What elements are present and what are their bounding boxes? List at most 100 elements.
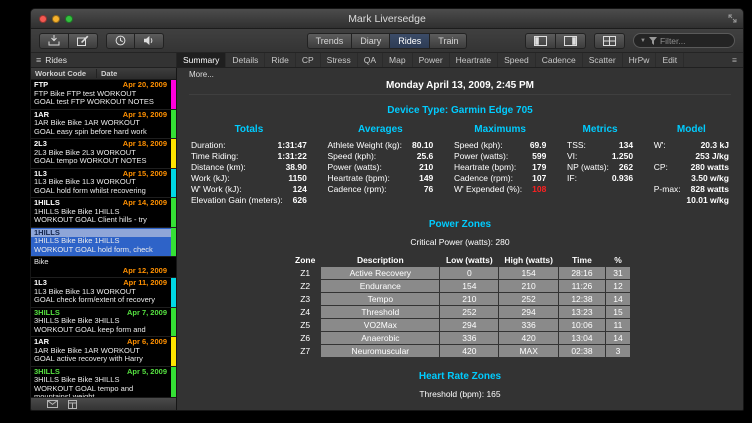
- column-workout-code[interactable]: Workout Code: [31, 69, 97, 78]
- metric-row: Heartrate (bpm):149: [328, 173, 434, 184]
- tabstrip-menu-icon[interactable]: ≡: [726, 53, 743, 67]
- zones-header-cell: Low (watts): [440, 254, 498, 266]
- metric-label: W' Work (kJ):: [191, 184, 242, 195]
- zones-header-cell: Time: [559, 254, 605, 266]
- fullscreen-icon[interactable]: [728, 14, 743, 23]
- metric-label: Speed (kph):: [328, 151, 377, 162]
- tab-stress[interactable]: Stress: [321, 53, 358, 67]
- ride-list-item[interactable]: 3HILLSApr 5, 20093HILLS Bike Bike 3HILLS…: [31, 367, 176, 398]
- metric-row: Power (watts):210: [328, 162, 434, 173]
- import-button[interactable]: [39, 33, 69, 49]
- ride-list-item[interactable]: 1L3Apr 11, 20091L3 Bike Bike 1L3 WORKOUT…: [31, 278, 176, 308]
- zones-cell: Tempo: [321, 293, 439, 305]
- summary-section-model: ModelW':20.3 kJ253 J/kgCP:280 watts3.50 …: [654, 124, 729, 206]
- main-tab-trends[interactable]: Trends: [307, 33, 353, 49]
- ride-desc-line: GOAL test FTP WORKOUT NOTES: [34, 98, 167, 107]
- filter-field[interactable]: ▼ Filter...: [633, 33, 735, 48]
- ride-list-item[interactable]: 2L3Apr 18, 20092L3 Bike Bike 2L3 WORKOUT…: [31, 139, 176, 169]
- column-date[interactable]: Date: [97, 69, 117, 78]
- ride-color-bar: [171, 337, 176, 366]
- toolbar-right-group: ▼ Filter...: [467, 33, 735, 49]
- ride-list-item[interactable]: 1ARApr 6, 20091AR Bike Bike 1AR WORKOUTG…: [31, 337, 176, 367]
- ride-desc-line: GOAL active recovery with Harry: [34, 355, 167, 364]
- sidebar-mode-label: Rides: [45, 55, 67, 65]
- tile-view-button[interactable]: [594, 33, 625, 49]
- metric-label: Heartrate (bpm):: [454, 162, 516, 173]
- zones-cell: Threshold: [321, 306, 439, 318]
- metric-label: Cadence (rpm):: [328, 184, 387, 195]
- ride-list-item[interactable]: 1HILLSApr 14, 20091HILLS Bike Bike 1HILL…: [31, 198, 176, 228]
- minimize-button[interactable]: [52, 15, 60, 23]
- ride-list-item[interactable]: FTPApr 20, 2009FTP Bike FTP test WORKOUT…: [31, 80, 176, 110]
- tab-hrpw[interactable]: HrPw: [623, 53, 657, 67]
- ride-list-header[interactable]: Workout Code Date: [31, 68, 176, 80]
- ride-list-item[interactable]: 1HILLS1HILLS Bike Bike 1HILLSWORKOUT GOA…: [31, 228, 176, 258]
- metric-row: Time Riding:1:31:22: [191, 151, 307, 162]
- zones-row: Z2Endurance15421011:2612: [290, 280, 630, 292]
- metric-value: 108: [532, 184, 546, 195]
- zoom-button[interactable]: [65, 15, 73, 23]
- summary-section-averages: AveragesAthlete Weight (kg):80.10Speed (…: [328, 124, 434, 206]
- ride-list-sidebar: Workout Code Date FTPApr 20, 2009FTP Bik…: [31, 68, 177, 410]
- tab-details[interactable]: Details: [226, 53, 265, 67]
- metric-value: 828 watts: [691, 184, 729, 195]
- metric-value: 1.250: [612, 151, 633, 162]
- ride-color-bar: [171, 308, 176, 337]
- tab-scatter[interactable]: Scatter: [583, 53, 623, 67]
- clock-button[interactable]: [106, 33, 135, 49]
- metric-label: Athlete Weight (kg):: [328, 140, 403, 151]
- section-title: Model: [654, 124, 729, 135]
- ride-desc-line: WORKOUT GOAL hold form, check: [34, 246, 167, 255]
- funnel-icon: [649, 37, 657, 45]
- tab-summary[interactable]: Summary: [177, 53, 226, 67]
- section-title: Maximums: [454, 124, 546, 135]
- metric-label: Duration:: [191, 140, 226, 151]
- metric-row: CP:280 watts: [654, 162, 729, 173]
- tab-heartrate[interactable]: Heartrate: [450, 53, 498, 67]
- tab-power[interactable]: Power: [413, 53, 450, 67]
- zones-cell: 10:06: [559, 319, 605, 331]
- tab-ride[interactable]: Ride: [265, 53, 295, 67]
- filter-dropdown-icon[interactable]: ▼: [640, 38, 646, 44]
- ride-list-item[interactable]: 3HILLSApr 7, 20093HILLS Bike Bike 3HILLS…: [31, 308, 176, 338]
- zones-cell: Z1: [290, 267, 320, 279]
- metric-value: 80.10: [412, 140, 433, 151]
- ride-date: Apr 5, 2009: [127, 368, 167, 377]
- ride-desc-line: WORKOUT GOAL tempo and mountains! weight: [34, 385, 167, 398]
- ride-list-item[interactable]: BikeApr 12, 2009: [31, 257, 176, 278]
- zones-cell: 11: [606, 319, 630, 331]
- titlebar[interactable]: Mark Liversedge: [31, 9, 743, 29]
- view-switcher: TrendsDiaryRidesTrain: [307, 33, 468, 49]
- tab-speed[interactable]: Speed: [498, 53, 536, 67]
- close-button[interactable]: [39, 15, 47, 23]
- main-tab-diary[interactable]: Diary: [352, 33, 390, 49]
- audio-button[interactable]: [135, 33, 164, 49]
- metric-label: VI:: [567, 151, 577, 162]
- tab-cp[interactable]: CP: [296, 53, 321, 67]
- tab-map[interactable]: Map: [383, 53, 413, 67]
- zones-cell: 154: [499, 267, 558, 279]
- ride-color-bar: [171, 228, 176, 257]
- sidebar-footer: [31, 397, 176, 410]
- tab-qa[interactable]: QA: [358, 53, 383, 67]
- hr-zones-title: Heart Rate Zones: [189, 371, 731, 382]
- compose-button[interactable]: [69, 33, 98, 49]
- more-link[interactable]: More...: [189, 70, 229, 79]
- calendar-icon[interactable]: [68, 400, 77, 409]
- zones-cell: 13:04: [559, 332, 605, 344]
- mail-icon[interactable]: [47, 400, 58, 408]
- zones-row: Z5VO2Max29433610:0611: [290, 319, 630, 331]
- lowbar-toggle-button[interactable]: [556, 33, 586, 49]
- metric-row: Elevation Gain (meters):626: [191, 195, 307, 206]
- tab-cadence[interactable]: Cadence: [536, 53, 583, 67]
- sidebar-toggle-button[interactable]: [525, 33, 556, 49]
- tab-edit[interactable]: Edit: [656, 53, 684, 67]
- ride-list-item[interactable]: 1L3Apr 15, 20091L3 Bike Bike 1L3 WORKOUT…: [31, 169, 176, 199]
- metric-row: 10.01 w/kg: [654, 195, 729, 206]
- ride-list-item[interactable]: 1ARApr 19, 20091AR Bike Bike 1AR WORKOUT…: [31, 110, 176, 140]
- main-tab-train[interactable]: Train: [430, 33, 467, 49]
- ride-color-bar: [171, 198, 176, 227]
- main-tab-rides[interactable]: Rides: [390, 33, 430, 49]
- rides-menu-button[interactable]: ≡ Rides: [31, 53, 177, 67]
- zones-cell: VO2Max: [321, 319, 439, 331]
